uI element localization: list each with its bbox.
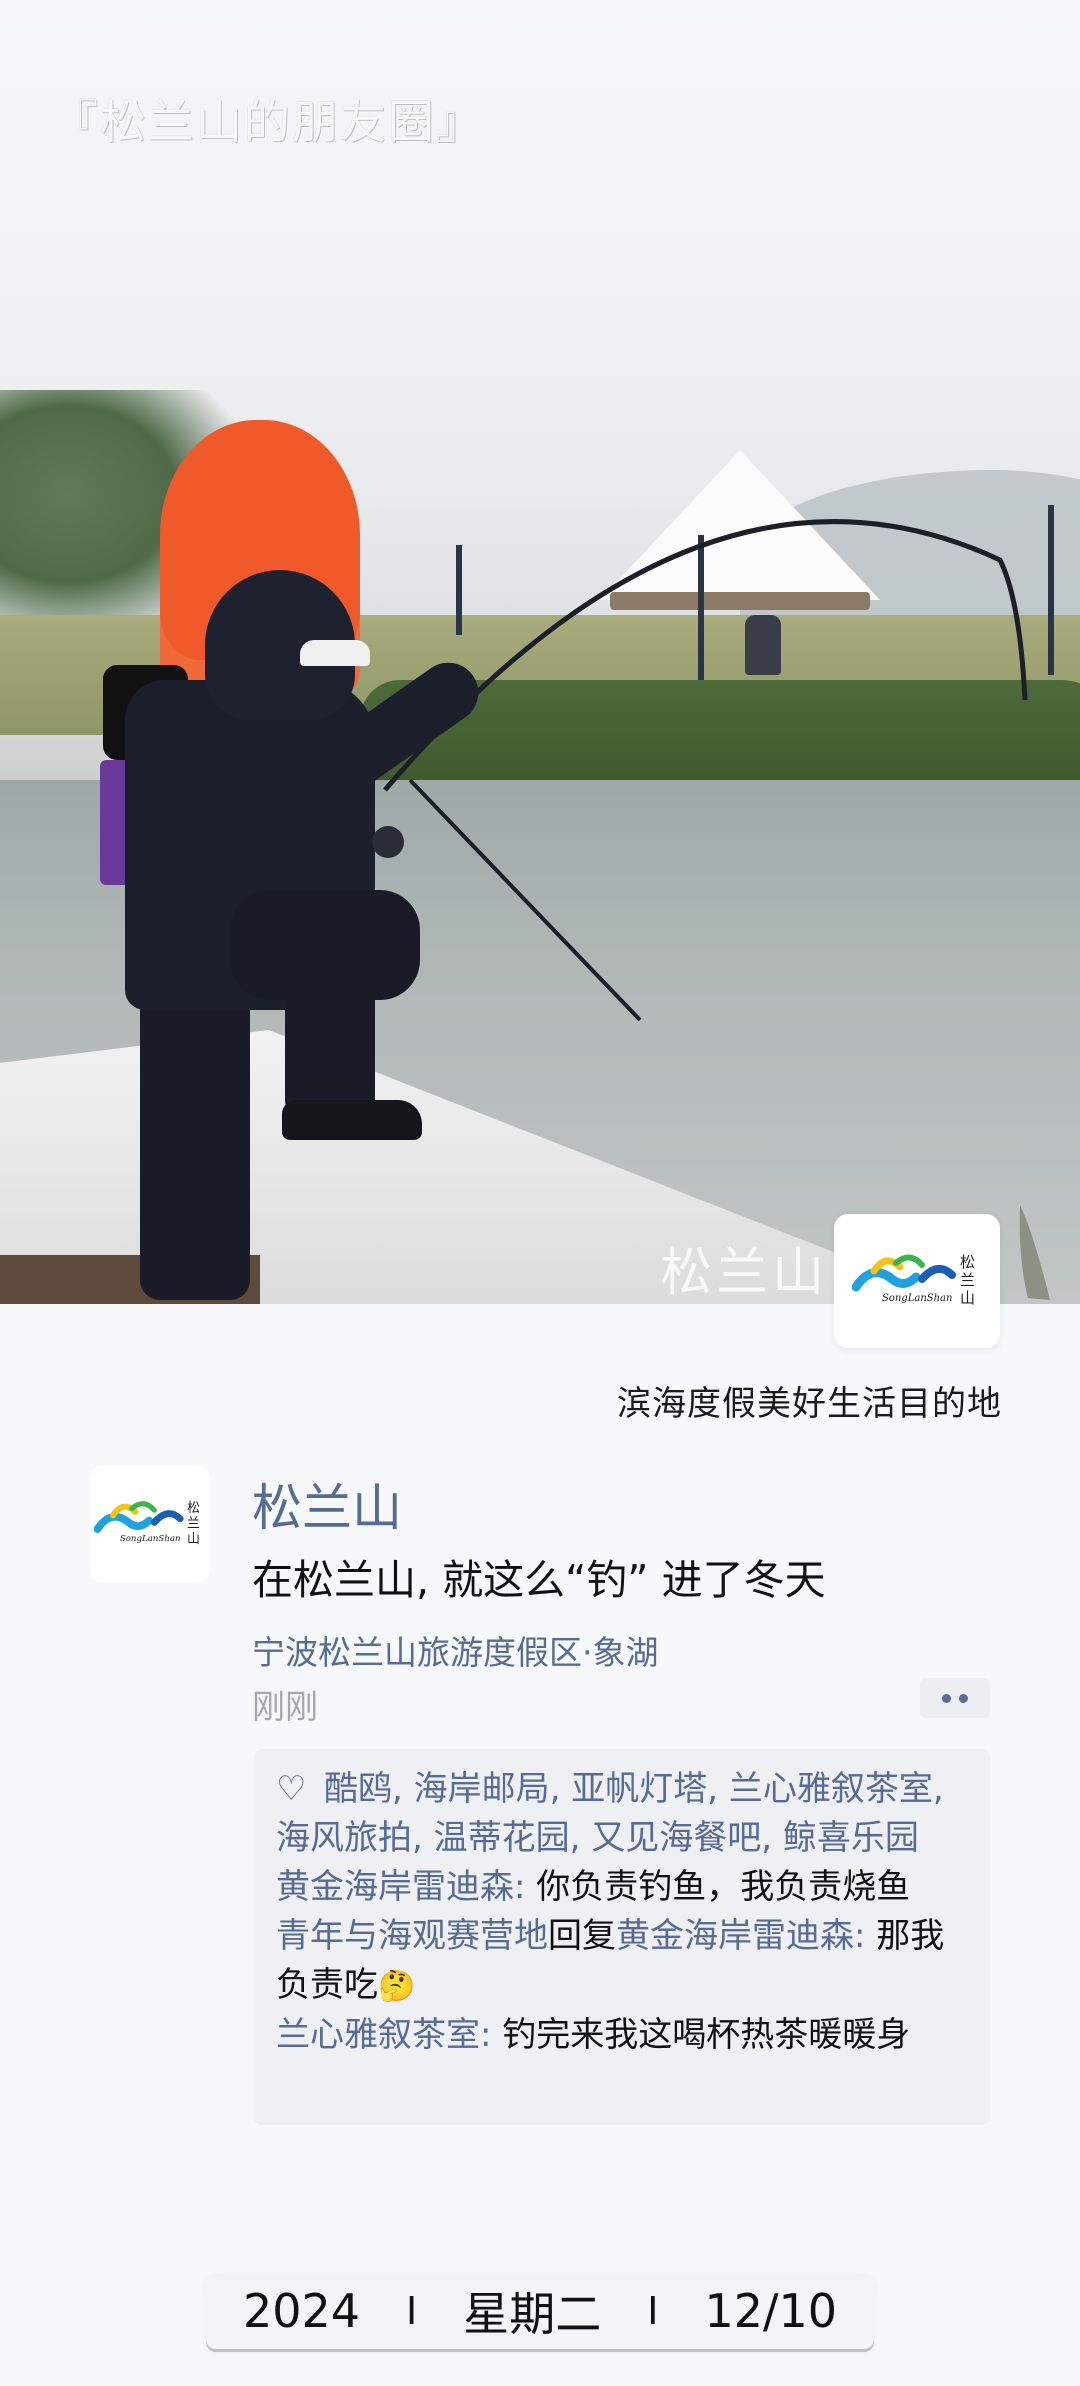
liker-names[interactable]: 酷鸥, 海岸邮局, 亚帆灯塔, 兰心雅叙茶室, 海风旅拍, 温蒂花园, 又见海餐…: [276, 1769, 944, 1858]
commenter-name[interactable]: 兰心雅叙茶室: [276, 2015, 480, 2055]
date-separator: I: [406, 2289, 418, 2333]
songlanshan-logo-icon: SongLanShan 松 兰 山: [94, 1501, 200, 1547]
date-bar: 2024 I 星期二 I 12/10: [206, 2273, 874, 2349]
hero-title: 『松兰山的朋友圈』: [52, 95, 484, 149]
svg-text:山: 山: [960, 1289, 975, 1307]
author-name[interactable]: 松兰山: [252, 1468, 402, 1540]
tagline: 滨海度假美好生活目的地: [617, 1384, 1002, 1424]
date-year: 2024: [242, 2284, 361, 2338]
post-text: 在松兰山, 就这么“钓” 进了冬天: [252, 1556, 826, 1604]
svg-text:山: 山: [187, 1532, 200, 1547]
logo-wordmark: SongLanShan: [882, 1293, 952, 1304]
more-dot-icon: [959, 1693, 968, 1703]
comment-separator: :: [514, 1867, 537, 1907]
likes-comments-box: ♡ 酷鸥, 海岸邮局, 亚帆灯塔, 兰心雅叙茶室, 海风旅拍, 温蒂花园, 又见海…: [254, 1749, 990, 2125]
date-day: 12/10: [704, 2284, 838, 2338]
commenter-name[interactable]: 青年与海观赛营地: [276, 1916, 548, 1956]
comment-separator: :: [480, 2015, 503, 2055]
more-actions-button[interactable]: [920, 1678, 990, 1718]
comment-item[interactable]: 兰心雅叙茶室: 钓完来我这喝杯热茶暖暖身: [276, 2011, 970, 2060]
svg-text:兰: 兰: [960, 1271, 975, 1289]
brand-logo-badge: SongLanShan 松 兰 山: [834, 1214, 1000, 1348]
svg-text:兰: 兰: [187, 1516, 200, 1531]
reply-word: 回复: [548, 1916, 616, 1956]
heart-icon: ♡: [276, 1769, 307, 1809]
commenter-name[interactable]: 黄金海岸雷迪森: [276, 1867, 514, 1907]
comment-separator: :: [854, 1916, 877, 1956]
comment-text: 钓完来我这喝杯热茶暖暖身: [502, 2015, 911, 2055]
date-weekday: 星期二: [463, 2287, 602, 2341]
reply-target-name[interactable]: 黄金海岸雷迪森: [616, 1916, 854, 1956]
thinking-emoji-icon: 🤔: [378, 1969, 416, 2004]
more-dot-icon: [942, 1693, 951, 1703]
fishing-rod: [372, 519, 1050, 1300]
watermark-text: 松兰山: [660, 1243, 829, 1303]
likes-row: ♡ 酷鸥, 海岸邮局, 亚帆灯塔, 兰心雅叙茶室, 海风旅拍, 温蒂花园, 又见海…: [276, 1765, 970, 1863]
post-location[interactable]: 宁波松兰山旅游度假区·象湖: [252, 1626, 659, 1674]
hero-photo: 『松兰山的朋友圈』 松兰山: [0, 0, 1080, 1304]
comment-text: 你负责钓鱼，我负责烧鱼: [536, 1867, 911, 1907]
post-time: 刚刚: [252, 1687, 318, 1726]
author-avatar[interactable]: SongLanShan 松 兰 山: [90, 1465, 210, 1583]
comment-item[interactable]: 黄金海岸雷迪森: 你负责钓鱼，我负责烧鱼: [276, 1863, 970, 1912]
svg-text:松: 松: [960, 1253, 975, 1271]
svg-text:松: 松: [187, 1501, 200, 1516]
comment-item[interactable]: 青年与海观赛营地回复黄金海岸雷迪森: 那我负责吃🤔: [276, 1912, 970, 2011]
songlanshan-logo-icon: SongLanShan 松 兰 山: [852, 1253, 975, 1307]
date-separator: I: [647, 2289, 659, 2333]
logo-wordmark: SongLanShan: [120, 1534, 181, 1544]
